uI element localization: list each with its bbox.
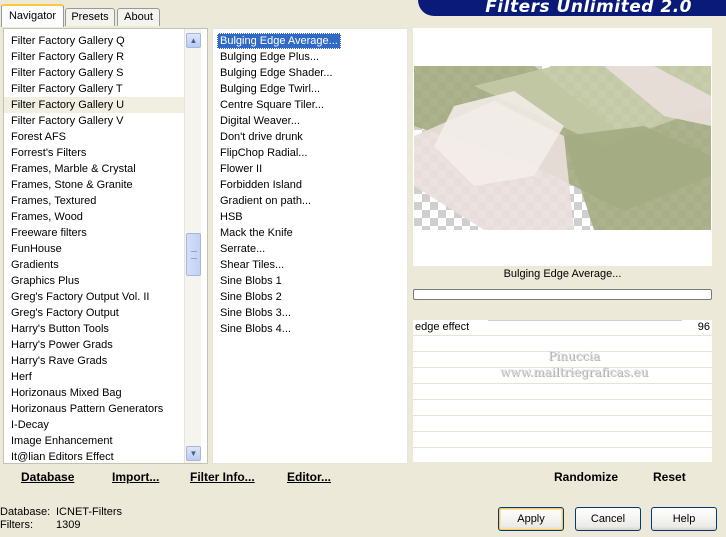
category-item[interactable]: Frames, Stone & Granite xyxy=(4,177,184,193)
preview-area xyxy=(413,28,712,266)
cancel-button[interactable]: Cancel xyxy=(575,507,641,531)
param-row-empty xyxy=(413,384,712,400)
randomize-button[interactable]: Randomize xyxy=(554,470,618,484)
category-item[interactable]: Harry's Button Tools xyxy=(4,321,184,337)
param-row-empty xyxy=(413,432,712,448)
preview-image xyxy=(414,66,711,230)
filter-info-button[interactable]: Filter Info... xyxy=(190,470,255,484)
filter-item[interactable]: Bulging Edge Average... xyxy=(217,33,341,49)
watermark: Pinuccia www.mailtriegraficas.eu xyxy=(479,348,669,380)
tab-about[interactable]: About xyxy=(117,8,160,26)
category-item[interactable]: I-Decay xyxy=(4,417,184,433)
category-item[interactable]: Harry's Power Grads xyxy=(4,337,184,353)
filter-list[interactable]: Bulging Edge Average... Bulging Edge Plus… xyxy=(217,33,341,337)
category-item[interactable]: Frames, Textured xyxy=(4,193,184,209)
tab-presets[interactable]: Presets xyxy=(65,8,115,26)
filter-item[interactable]: Digital Weaver... xyxy=(217,113,341,129)
parameter-panel: edge effect 96 Pinuccia www.mailtriegraf… xyxy=(413,320,712,462)
editor-button[interactable]: Editor... xyxy=(287,470,331,484)
filter-item[interactable]: Bulging Edge Plus... xyxy=(217,49,341,65)
scroll-down-icon[interactable]: ▼ xyxy=(186,446,201,461)
watermark-line: Pinuccia xyxy=(548,349,600,363)
database-label: Database: xyxy=(0,506,51,518)
param-slider-ticks xyxy=(488,320,682,323)
selected-filter-name: Bulging Edge Average... xyxy=(503,268,622,280)
scroll-thumb[interactable] xyxy=(186,233,201,276)
category-item[interactable]: Filter Factory Gallery T xyxy=(4,81,184,97)
param-name: edge effect xyxy=(415,321,470,333)
filter-item[interactable]: Sine Blobs 4... xyxy=(217,321,341,337)
category-scrollbar[interactable]: ▲ ▼ xyxy=(184,29,201,463)
filter-item[interactable]: Gradient on path... xyxy=(217,193,341,209)
database-value: ICNET-Filters xyxy=(56,506,122,518)
filter-item[interactable]: Sine Blobs 1 xyxy=(217,273,341,289)
filter-item[interactable]: Serrate... xyxy=(217,241,341,257)
apply-button[interactable]: Apply xyxy=(498,507,564,531)
filters-count-value: 1309 xyxy=(56,519,81,531)
watermark-line: www.mailtriegraficas.eu xyxy=(499,365,649,379)
category-item[interactable]: Graphics Plus xyxy=(4,273,184,289)
import-button[interactable]: Import... xyxy=(112,470,159,484)
category-item[interactable]: Harry's Rave Grads xyxy=(4,353,184,369)
filter-item[interactable]: Sine Blobs 3... xyxy=(217,305,341,321)
app-title: Filters Unlimited 2.0 xyxy=(485,0,692,16)
category-item[interactable]: Forest AFS xyxy=(4,129,184,145)
filter-item[interactable]: Sine Blobs 2 xyxy=(217,289,341,305)
status-area: Database: ICNET-Filters Filters: 1309 xyxy=(0,506,122,532)
filter-item[interactable]: Mack the Knife xyxy=(217,225,341,241)
tab-navigator[interactable]: Navigator xyxy=(1,4,64,27)
category-item[interactable]: It@lian Editors Effect xyxy=(4,449,184,465)
right-command-bar: Randomize Reset xyxy=(413,464,712,490)
param-value: 96 xyxy=(697,321,710,333)
filter-item[interactable]: Forbidden Island xyxy=(217,177,341,193)
category-list[interactable]: Filter Factory Gallery Q Filter Factory G… xyxy=(4,33,184,465)
category-item[interactable]: Filter Factory Gallery R xyxy=(4,49,184,65)
filter-list-panel: Bulging Edge Average... Bulging Edge Plus… xyxy=(212,28,408,464)
filter-item[interactable]: Shear Tiles... xyxy=(217,257,341,273)
category-item[interactable]: Frames, Marble & Crystal xyxy=(4,161,184,177)
param-row-edge-effect[interactable]: edge effect 96 xyxy=(413,320,712,336)
filter-item[interactable]: FlipChop Radial... xyxy=(217,145,341,161)
category-item[interactable]: Horizonaus Pattern Generators xyxy=(4,401,184,417)
category-item[interactable]: Filter Factory Gallery S xyxy=(4,65,184,81)
category-item[interactable]: Forrest's Filters xyxy=(4,145,184,161)
category-item[interactable]: Frames, Wood xyxy=(4,209,184,225)
scroll-up-icon[interactable]: ▲ xyxy=(186,33,201,48)
category-item[interactable]: Image Enhancement xyxy=(4,433,184,449)
category-item[interactable]: Filter Factory Gallery Q xyxy=(4,33,184,49)
left-command-bar: Database Import... Filter Info... Editor… xyxy=(3,464,408,490)
category-item[interactable]: Filter Factory Gallery U xyxy=(4,97,184,113)
filter-item[interactable]: Bulging Edge Twirl... xyxy=(217,81,341,97)
filter-item[interactable]: Flower II xyxy=(217,161,341,177)
progress-bar xyxy=(413,289,712,300)
category-item[interactable]: Greg's Factory Output xyxy=(4,305,184,321)
category-item[interactable]: Greg's Factory Output Vol. II xyxy=(4,289,184,305)
filters-count-label: Filters: xyxy=(0,519,33,531)
database-button[interactable]: Database xyxy=(21,470,74,484)
category-item[interactable]: Filter Factory Gallery V xyxy=(4,113,184,129)
category-item[interactable]: Horizonaus Mixed Bag xyxy=(4,385,184,401)
category-list-panel: Filter Factory Gallery Q Filter Factory G… xyxy=(3,28,208,464)
filter-item[interactable]: HSB xyxy=(217,209,341,225)
app-title-banner: Filters Unlimited 2.0 xyxy=(418,0,726,16)
filter-item[interactable]: Don't drive drunk xyxy=(217,129,341,145)
help-button[interactable]: Help xyxy=(651,507,717,531)
category-item[interactable]: Freeware filters xyxy=(4,225,184,241)
category-item[interactable]: Herf xyxy=(4,369,184,385)
param-row-empty xyxy=(413,416,712,432)
category-item[interactable]: Gradients xyxy=(4,257,184,273)
category-item[interactable]: FunHouse xyxy=(4,241,184,257)
filter-item[interactable]: Centre Square Tiler... xyxy=(217,97,341,113)
reset-button[interactable]: Reset xyxy=(653,470,686,484)
param-row-empty xyxy=(413,400,712,416)
filter-item[interactable]: Bulging Edge Shader... xyxy=(217,65,341,81)
